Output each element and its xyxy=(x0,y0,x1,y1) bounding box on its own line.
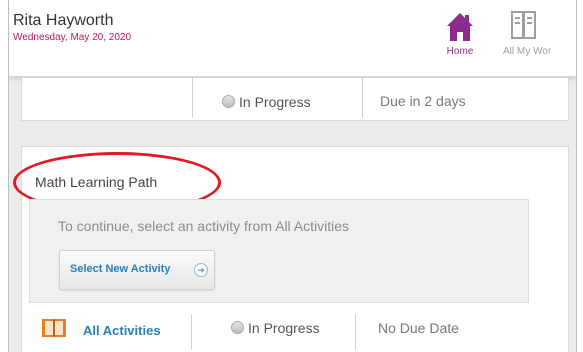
nav-all-my-work-button[interactable]: All My Wor xyxy=(503,10,576,58)
instruction-text: To continue, select an activity from All… xyxy=(58,218,350,234)
top-bar: Rita Hayworth Wednesday, May 20, 2020 Ho… xyxy=(9,0,576,77)
due-date: No Due Date xyxy=(378,320,459,336)
current-date: Wednesday, May 20, 2020 xyxy=(13,32,132,43)
status-in-progress: In Progress xyxy=(222,94,311,110)
nav-home-label: Home xyxy=(446,46,474,57)
status-in-progress: In Progress xyxy=(231,320,320,336)
divider xyxy=(362,78,363,118)
divider xyxy=(191,314,192,350)
status-label: In Progress xyxy=(239,94,311,110)
all-work-icon xyxy=(511,11,536,39)
status-circle-icon xyxy=(231,321,244,334)
book-icon xyxy=(42,319,66,337)
arrow-right-icon: ➜ xyxy=(194,263,208,277)
status-label: In Progress xyxy=(248,320,320,336)
nav-home-button[interactable]: Home xyxy=(437,10,483,58)
instruction-box: To continue, select an activity from All… xyxy=(29,199,529,303)
activity-card-top: In Progress Due in 2 days xyxy=(21,78,569,121)
select-new-activity-button[interactable]: Select New Activity ➜ xyxy=(59,250,215,290)
select-new-activity-label: Select New Activity xyxy=(70,263,171,275)
nav-all-my-work-label: All My Wor xyxy=(503,46,552,57)
all-activities-link[interactable]: All Activities xyxy=(83,323,161,338)
user-name: Rita Hayworth xyxy=(13,12,114,29)
divider xyxy=(355,314,356,350)
learning-path-title: Math Learning Path xyxy=(35,174,158,190)
divider xyxy=(192,78,193,118)
due-date: Due in 2 days xyxy=(380,93,466,109)
status-circle-icon xyxy=(222,95,235,108)
home-icon xyxy=(447,13,473,41)
